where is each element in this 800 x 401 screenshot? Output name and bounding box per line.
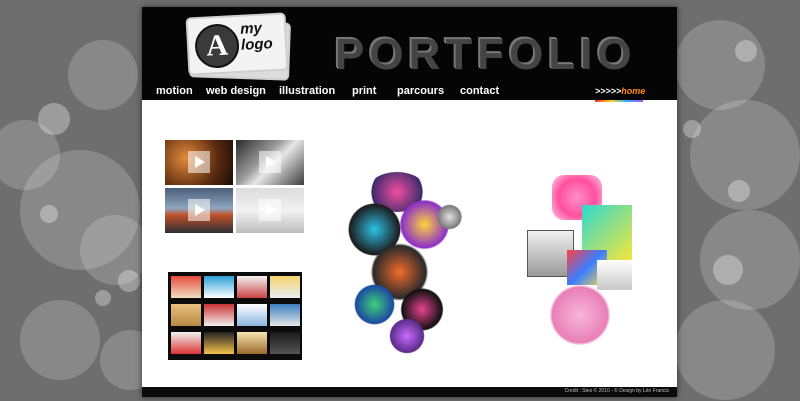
background-bubble xyxy=(728,180,750,202)
motion-thumbnails xyxy=(165,140,305,236)
play-icon xyxy=(259,199,281,221)
print-artwork[interactable] xyxy=(527,175,637,345)
home-arrows: >>>>> xyxy=(595,86,622,96)
play-icon xyxy=(188,151,210,173)
play-icon xyxy=(259,151,281,173)
nav-item-print[interactable]: print xyxy=(352,85,376,97)
website-preview xyxy=(204,276,234,298)
footer-credit: Credit : Stes © 2010 - © Design by Léo F… xyxy=(564,388,669,394)
website-preview xyxy=(171,332,201,354)
background-bubble xyxy=(20,300,100,380)
nav-item-motion[interactable]: motion xyxy=(156,85,193,97)
logo-text: my logo xyxy=(240,20,286,54)
main-nav: motion web design illustration print par… xyxy=(142,85,677,100)
art-shape xyxy=(597,260,632,290)
portfolio-page: A my logo PORTFOLIO motion web design il… xyxy=(142,7,677,397)
video-thumbnail[interactable] xyxy=(236,188,304,233)
site-footer: Credit : Stes © 2010 - © Design by Léo F… xyxy=(142,387,677,397)
illustration-artwork[interactable] xyxy=(342,162,462,357)
play-icon xyxy=(188,199,210,221)
website-preview xyxy=(171,304,201,326)
home-label: home xyxy=(621,86,646,96)
background-bubble xyxy=(80,215,150,285)
background-bubble xyxy=(713,255,743,285)
website-preview xyxy=(204,304,234,326)
nav-item-web-design[interactable]: web design xyxy=(206,85,266,97)
background-bubble xyxy=(735,40,757,62)
nav-item-parcours[interactable]: parcours xyxy=(397,85,444,97)
nav-item-illustration[interactable]: illustration xyxy=(279,85,335,97)
art-shape xyxy=(352,282,397,327)
video-thumbnail[interactable] xyxy=(165,140,233,185)
logo-text-bottom: logo xyxy=(240,35,274,54)
background-bubble xyxy=(118,270,140,292)
video-thumbnail[interactable] xyxy=(236,140,304,185)
home-link[interactable]: >>>>>home xyxy=(595,86,645,96)
art-shape xyxy=(437,202,462,232)
website-preview xyxy=(237,276,267,298)
background-bubble xyxy=(675,300,775,400)
background-bubble xyxy=(68,40,138,110)
website-preview xyxy=(237,304,267,326)
background-bubble xyxy=(95,290,111,306)
site-logo[interactable]: A my logo xyxy=(185,12,289,76)
background-bubble xyxy=(683,120,701,138)
nav-item-contact[interactable]: contact xyxy=(460,85,499,97)
website-preview xyxy=(204,332,234,354)
website-preview xyxy=(270,332,300,354)
art-shape xyxy=(387,317,427,355)
website-preview xyxy=(171,276,201,298)
website-preview xyxy=(237,332,267,354)
site-header: A my logo PORTFOLIO motion web design il… xyxy=(142,7,677,100)
background-bubble xyxy=(675,20,765,110)
web-design-thumbnail[interactable] xyxy=(168,272,302,360)
logo-mark-icon: A xyxy=(193,22,241,70)
art-shape xyxy=(545,285,615,345)
site-title: PORTFOLIO xyxy=(334,29,636,78)
website-preview xyxy=(270,276,300,298)
home-underline xyxy=(595,100,643,102)
website-preview xyxy=(270,304,300,326)
background-bubble xyxy=(40,205,58,223)
video-thumbnail[interactable] xyxy=(165,188,233,233)
